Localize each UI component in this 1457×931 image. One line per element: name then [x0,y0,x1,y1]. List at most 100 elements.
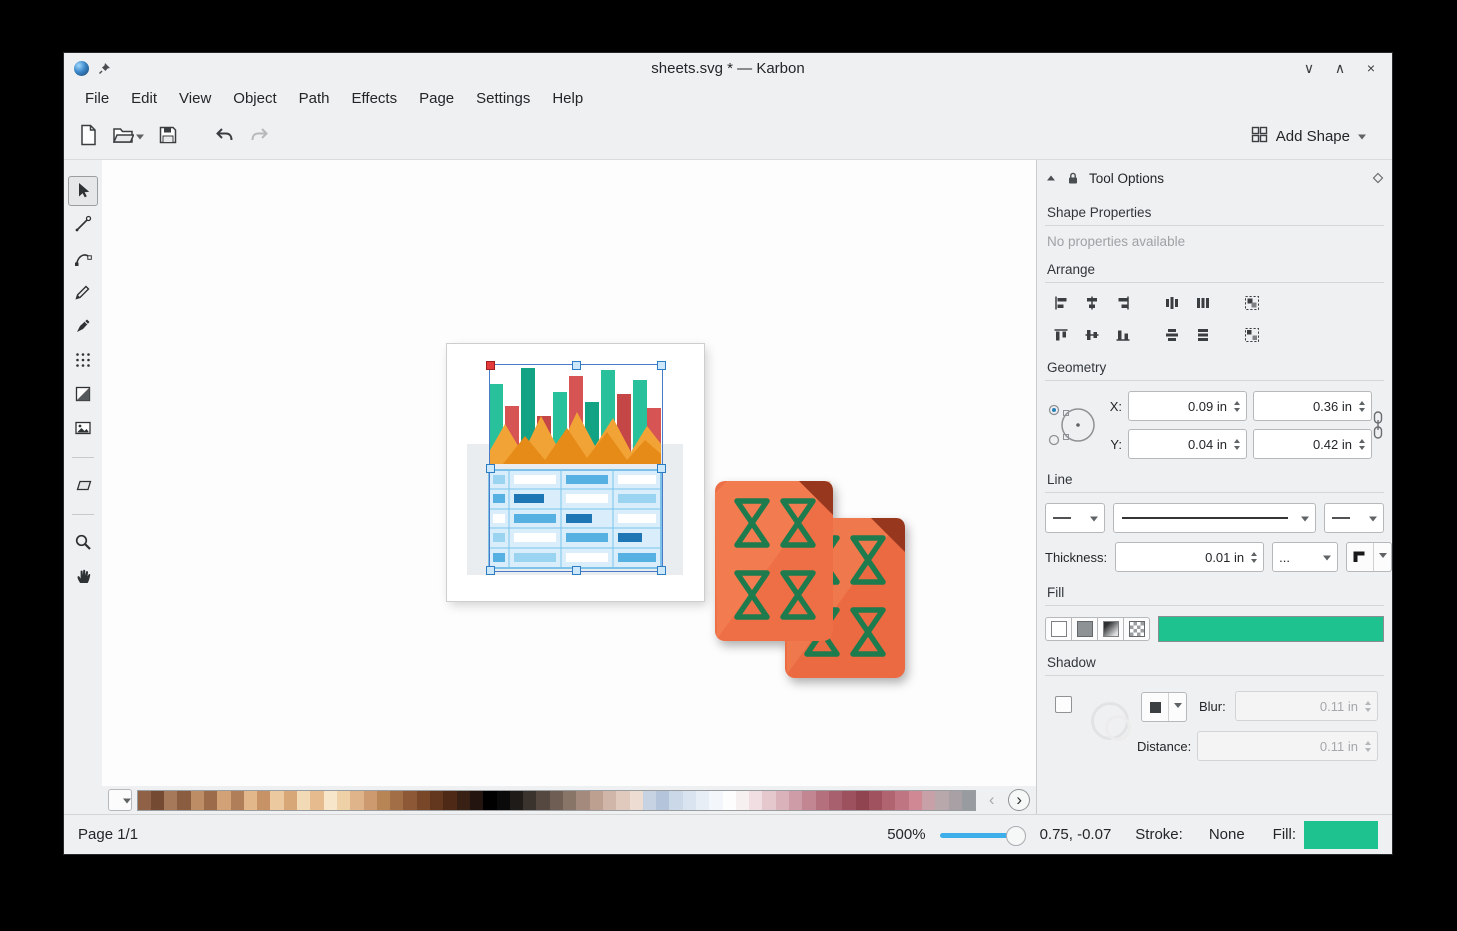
chevron-down-icon[interactable] [1374,543,1391,571]
pan-tool-button[interactable] [68,562,98,592]
palette-color[interactable] [576,791,589,810]
open-document-button[interactable] [110,123,146,150]
height-spinbox[interactable]: 0.42 in [1253,429,1372,459]
palette-color[interactable] [895,791,908,810]
pin-icon[interactable] [98,62,111,75]
lock-icon[interactable] [1066,171,1080,185]
palette-color[interactable] [204,791,217,810]
zoom-slider-knob[interactable] [1006,826,1026,846]
align-center-vertical-button[interactable] [1078,323,1105,347]
line-style-select[interactable] [1113,503,1316,533]
distribute-vertical-top-button[interactable] [1158,323,1185,347]
palette-color[interactable] [949,791,962,810]
palette-color[interactable] [909,791,922,810]
palette-color[interactable] [231,791,244,810]
spin-arrows[interactable] [1249,552,1258,563]
menu-file[interactable]: File [74,86,120,111]
palette-color[interactable] [337,791,350,810]
zoom-slider[interactable] [940,825,1026,845]
palette-color[interactable] [257,791,270,810]
align-left-button[interactable] [1047,291,1074,315]
position-anchor-widget[interactable] [1045,398,1101,452]
palette-color[interactable] [284,791,297,810]
palette-color[interactable] [550,791,563,810]
palette-color[interactable] [510,791,523,810]
palette-color[interactable] [603,791,616,810]
palette-color[interactable] [390,791,403,810]
spin-arrows[interactable] [1357,439,1366,450]
distribute-horizontal-center-button[interactable] [1189,291,1216,315]
line-end-marker-select[interactable] [1324,503,1384,533]
save-button[interactable] [156,123,180,150]
palette-color[interactable] [470,791,483,810]
palette-color[interactable] [776,791,789,810]
menu-object[interactable]: Object [222,86,287,111]
selection-handle[interactable] [486,464,495,473]
palette-color[interactable] [536,791,549,810]
palette-menu-button[interactable] [108,789,132,811]
fill-pattern-button[interactable] [1123,617,1150,641]
menu-settings[interactable]: Settings [465,86,541,111]
edit-shapes-tool-button[interactable] [68,210,98,240]
palette-color[interactable] [816,791,829,810]
palette-color[interactable] [802,791,815,810]
palette-color[interactable] [403,791,416,810]
palette-color[interactable] [151,791,164,810]
palette-color[interactable] [377,791,390,810]
palette-color[interactable] [523,791,536,810]
selection-handle[interactable] [572,566,581,575]
add-shape-button[interactable]: Add Shape [1245,125,1372,148]
palette-color[interactable] [244,791,257,810]
palette-color[interactable] [789,791,802,810]
menu-page[interactable]: Page [408,86,465,111]
zoom-tool-button[interactable] [68,528,98,558]
fill-none-button[interactable] [1045,617,1072,641]
gradient-tool-button[interactable] [68,380,98,410]
palette-color[interactable] [164,791,177,810]
undo-button[interactable] [212,123,237,150]
palette-color[interactable] [417,791,430,810]
maximize-button[interactable]: ∧ [1329,57,1351,79]
palette-color[interactable] [856,791,869,810]
palette-color[interactable] [723,791,736,810]
y-position-spinbox[interactable]: 0.04 in [1128,429,1247,459]
distribute-vertical-center-button[interactable] [1189,323,1216,347]
palette-color[interactable] [696,791,709,810]
menu-help[interactable]: Help [541,86,594,111]
redo-button[interactable] [247,123,272,150]
fill-solid-button[interactable] [1071,617,1098,641]
grid-tool-button[interactable] [68,346,98,376]
palette-color[interactable] [350,791,363,810]
width-spinbox[interactable]: 0.36 in [1253,391,1372,421]
fill-color-swatch[interactable] [1304,821,1378,849]
line-join-button[interactable] [1346,542,1392,572]
palette-color[interactable] [643,791,656,810]
palette-color[interactable] [842,791,855,810]
align-right-button[interactable] [1109,291,1136,315]
new-document-button[interactable] [76,122,100,151]
palette-color[interactable] [762,791,775,810]
palette-scroll-right-button[interactable]: › [1008,789,1030,811]
palette-color[interactable] [683,791,696,810]
line-start-marker-select[interactable] [1045,503,1105,533]
calligraphy-tool-button[interactable] [68,312,98,342]
collapse-icon[interactable] [1045,172,1057,184]
align-bottom-button[interactable] [1109,323,1136,347]
palette-color[interactable] [270,791,283,810]
selection-handle[interactable] [657,566,666,575]
menu-view[interactable]: View [168,86,222,111]
zoom-level[interactable]: 500% [887,826,925,843]
palette-color[interactable] [177,791,190,810]
artboard-page[interactable] [447,344,704,601]
spin-arrows[interactable] [1232,439,1241,450]
minimize-button[interactable]: ∨ [1298,57,1320,79]
selection-handle[interactable] [486,566,495,575]
menu-edit[interactable]: Edit [120,86,168,111]
shadow-distance-spinbox[interactable]: 0.11 in [1197,731,1378,761]
select-tool-button[interactable] [68,176,98,206]
palette-color[interactable] [869,791,882,810]
fill-color-bar[interactable] [1158,616,1384,642]
x-position-spinbox[interactable]: 0.09 in [1128,391,1247,421]
menu-path[interactable]: Path [288,86,341,111]
palette-color[interactable] [138,791,151,810]
